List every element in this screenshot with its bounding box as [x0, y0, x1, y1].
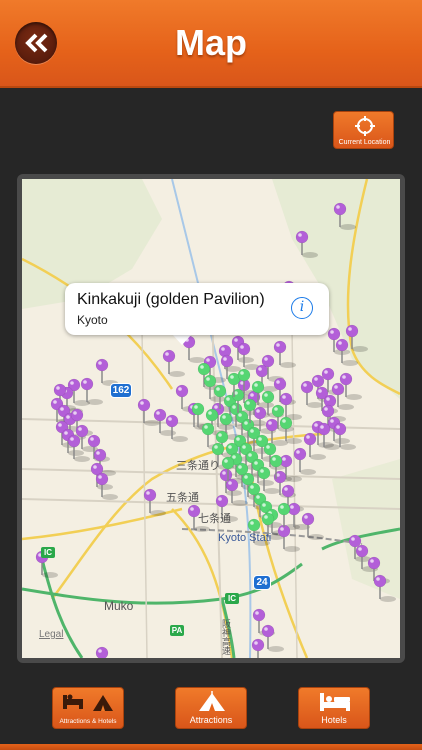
- bed-and-tent-icon: [63, 694, 113, 711]
- callout-title: Kinkakuji (golden Pavilion): [77, 291, 265, 308]
- hotel-pin[interactable]: [201, 422, 215, 447]
- map-view[interactable]: 三条通り 五条通 七条通 Kyoto Stati Muko Legal 阪神高速…: [22, 179, 400, 658]
- pin-shadow: [342, 360, 358, 366]
- pin-shadow: [42, 572, 58, 578]
- pin-shadow: [286, 438, 302, 444]
- attraction-pin[interactable]: [95, 646, 109, 658]
- pin-shadow: [280, 362, 296, 368]
- pin-shadow: [74, 456, 90, 462]
- pin-shadow: [150, 510, 166, 516]
- ic-shield-south: IC: [225, 593, 239, 604]
- tent-icon: [199, 691, 225, 711]
- callout-subtitle: Kyoto: [77, 313, 108, 327]
- pin-shadow: [238, 357, 254, 363]
- map-callout[interactable]: Kinkakuji (golden Pavilion) Kyoto i: [65, 283, 329, 335]
- pin-shadow: [300, 469, 316, 475]
- pin-shadow: [340, 444, 356, 450]
- attraction-pin[interactable]: [137, 398, 151, 423]
- pin-shadow: [264, 488, 280, 494]
- attraction-pin[interactable]: [143, 488, 157, 513]
- attractions-button[interactable]: Attractions: [175, 687, 247, 729]
- pin-shadow: [102, 494, 118, 500]
- pin-shadow: [324, 444, 340, 450]
- attractions-hotels-button[interactable]: Attractions & Hotels: [52, 687, 124, 729]
- callout-tail: [172, 334, 192, 345]
- attractions-label: Attractions: [189, 715, 233, 725]
- pin-shadow: [346, 394, 362, 400]
- attractions-hotels-label: Attractions & Hotels: [59, 718, 117, 725]
- pin-shadow: [310, 454, 326, 460]
- attraction-pin[interactable]: [95, 358, 109, 383]
- crosshair-icon: [355, 116, 375, 136]
- pin-shadow: [172, 436, 188, 442]
- attraction-pin[interactable]: [251, 638, 265, 658]
- pin-shadow: [68, 450, 84, 456]
- pin-shadow: [302, 252, 318, 258]
- pin-shadow: [232, 500, 248, 506]
- header-bar: Map: [0, 0, 422, 88]
- map-base: [22, 179, 400, 658]
- pin-shadow: [352, 346, 368, 352]
- pin-shadow: [97, 484, 113, 490]
- hanshin-expressway-label: 阪神高速: [221, 619, 231, 655]
- attraction-pin[interactable]: [80, 377, 94, 402]
- attraction-pin[interactable]: [237, 342, 251, 367]
- attraction-pin[interactable]: [175, 384, 189, 409]
- attraction-pin[interactable]: [162, 349, 176, 374]
- page-title: Map: [175, 22, 247, 63]
- current-location-button[interactable]: Current Location: [333, 111, 394, 149]
- ic-shield-west: IC: [41, 547, 55, 558]
- kyoto-station-label: Kyoto Stati: [218, 532, 272, 544]
- pin-shadow: [268, 646, 284, 652]
- hotels-label: Hotels: [321, 715, 347, 725]
- info-icon[interactable]: i: [291, 297, 313, 319]
- pin-shadow: [340, 224, 356, 230]
- attraction-pin[interactable]: [273, 340, 287, 365]
- pin-shadow: [338, 404, 354, 410]
- pin-shadow: [284, 546, 300, 552]
- pa-shield: PA: [170, 625, 184, 636]
- gojo-street-label: 五条通: [166, 492, 199, 504]
- shichijo-street-label: 七条通: [198, 513, 231, 525]
- attraction-pin[interactable]: [287, 502, 301, 527]
- sanjo-street-label: 三条通り: [176, 460, 220, 472]
- bottom-strip: [0, 744, 422, 750]
- map-frame: 三条通り 五条通 七条通 Kyoto Stati Muko Legal 阪神高速…: [17, 174, 405, 663]
- bed-icon: [320, 693, 350, 711]
- pin-shadow: [334, 438, 350, 444]
- pin-shadow: [307, 402, 323, 408]
- pin-shadow: [258, 480, 274, 486]
- pin-shadow: [169, 371, 185, 377]
- pin-shadow: [308, 534, 324, 540]
- pin-shadow: [160, 430, 176, 436]
- attraction-pin[interactable]: [293, 447, 307, 472]
- pin-shadow: [189, 357, 205, 363]
- pin-shadow: [194, 526, 210, 532]
- pin-shadow: [144, 420, 160, 426]
- attraction-pin[interactable]: [300, 380, 314, 405]
- route-162-shield: 162: [110, 383, 132, 398]
- route-24-shield: 24: [253, 575, 271, 590]
- pin-shadow: [380, 596, 396, 602]
- muko-label: Muko: [104, 599, 134, 613]
- current-location-label: Current Location: [338, 139, 391, 146]
- legal-link[interactable]: Legal: [39, 629, 63, 640]
- hotels-button[interactable]: Hotels: [298, 687, 370, 729]
